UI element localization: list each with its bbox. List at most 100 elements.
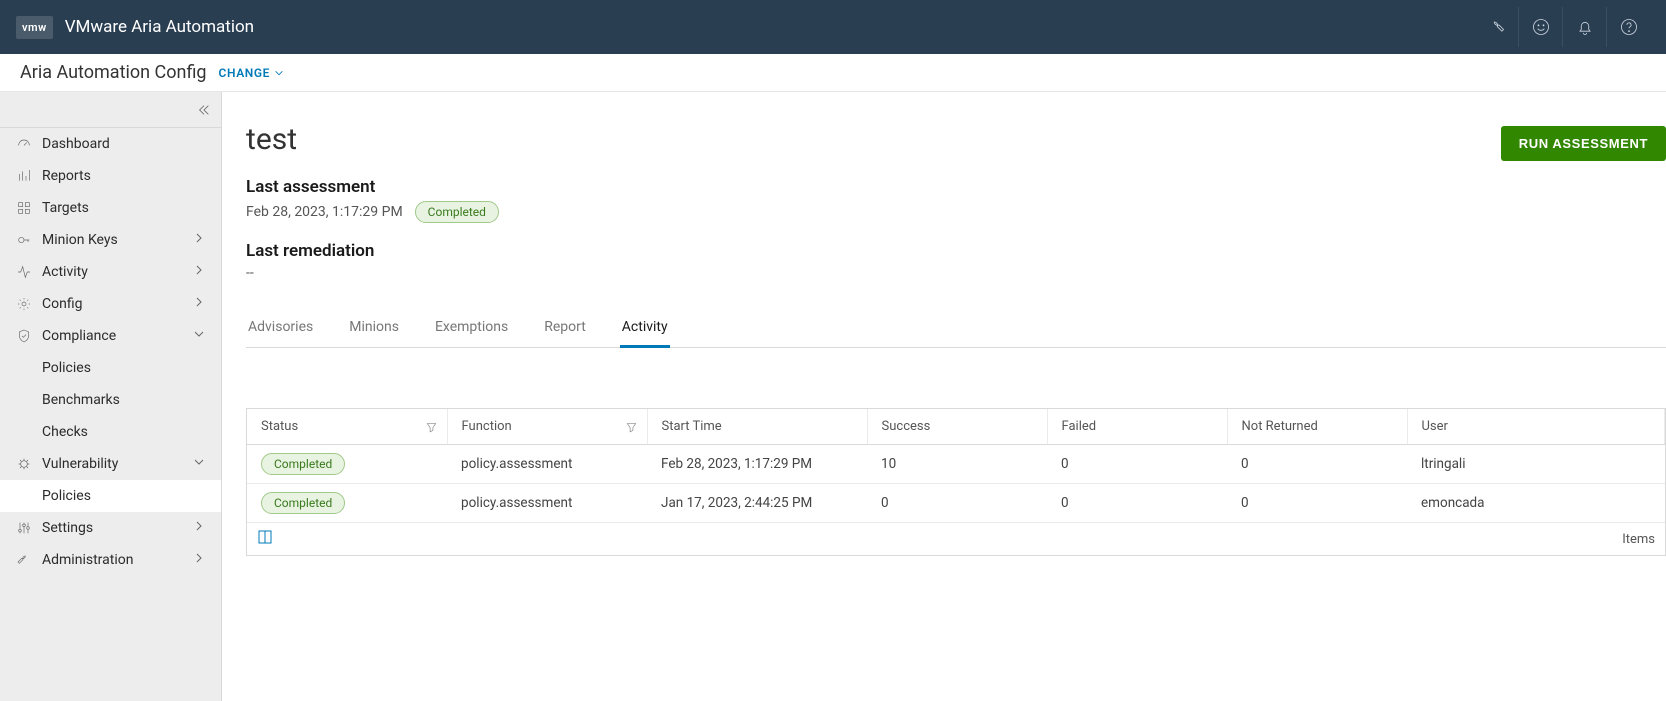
table-footer-items: Items	[1622, 532, 1655, 547]
col-header-label: Function	[462, 419, 512, 434]
shield-check-icon	[16, 328, 32, 344]
column-settings-button[interactable]	[257, 529, 273, 549]
table-footer: Items	[247, 523, 1665, 555]
sidebar-item-config[interactable]: Config	[0, 288, 221, 320]
chevron-right-icon	[193, 552, 205, 564]
sidebar-item-reports[interactable]: Reports	[0, 160, 221, 192]
last-remediation-value: --	[246, 265, 254, 281]
tab-bar: Advisories Minions Exemptions Report Act…	[246, 309, 1666, 348]
table-row[interactable]: Completed policy.assessment Jan 17, 2023…	[247, 484, 1665, 523]
cell-user: emoncada	[1407, 484, 1665, 523]
chevrons-left-icon	[197, 103, 211, 117]
sidebar-item-dashboard[interactable]: Dashboard	[0, 128, 221, 160]
chevron-right-icon	[193, 520, 205, 532]
tab-exemptions[interactable]: Exemptions	[433, 309, 510, 348]
nav-label: Minion Keys	[42, 232, 118, 248]
sidebar-sub-compliance-checks[interactable]: Checks	[0, 416, 221, 448]
cell-success: 10	[867, 445, 1047, 484]
grid-icon	[16, 200, 32, 216]
wrench-icon[interactable]	[1474, 7, 1518, 47]
wrench-icon	[16, 552, 32, 568]
sidebar-sub-vulnerability-policies[interactable]: Policies	[0, 480, 221, 512]
status-badge: Completed	[261, 453, 345, 475]
cell-start-time: Feb 28, 2023, 1:17:29 PM	[647, 445, 867, 484]
nav-label: Compliance	[42, 328, 116, 344]
cell-function: policy.assessment	[447, 484, 647, 523]
nav-label: Settings	[42, 520, 93, 536]
table-row[interactable]: Completed policy.assessment Feb 28, 2023…	[247, 445, 1665, 484]
last-assessment-time: Feb 28, 2023, 1:17:29 PM	[246, 204, 403, 220]
filter-icon[interactable]	[626, 421, 637, 432]
last-remediation-label: Last remediation	[246, 241, 1666, 261]
sidebar-item-targets[interactable]: Targets	[0, 192, 221, 224]
chevron-down-icon	[193, 456, 205, 468]
sliders-icon	[16, 520, 32, 536]
sidebar-item-administration[interactable]: Administration	[0, 544, 221, 576]
nav-label: Targets	[42, 200, 89, 216]
last-assessment-label: Last assessment	[246, 177, 1666, 197]
bug-icon	[16, 456, 32, 472]
col-header-start-time[interactable]: Start Time	[647, 409, 867, 445]
sidebar-collapse-button[interactable]	[0, 92, 221, 128]
activity-table: Status Function Start Time Success Faile…	[246, 408, 1666, 556]
status-badge: Completed	[261, 492, 345, 514]
top-header: vmw VMware Aria Automation	[0, 0, 1666, 54]
change-label: CHANGE	[219, 66, 271, 80]
col-header-success[interactable]: Success	[867, 409, 1047, 445]
cell-start-time: Jan 17, 2023, 2:44:25 PM	[647, 484, 867, 523]
key-icon	[16, 232, 32, 248]
cell-success: 0	[867, 484, 1047, 523]
help-icon[interactable]	[1606, 7, 1650, 47]
nav-label: Administration	[42, 552, 133, 568]
col-header-failed[interactable]: Failed	[1047, 409, 1227, 445]
bell-icon[interactable]	[1562, 7, 1606, 47]
tab-advisories[interactable]: Advisories	[246, 309, 315, 348]
sidebar-item-activity[interactable]: Activity	[0, 256, 221, 288]
status-badge: Completed	[415, 201, 499, 223]
col-header-not-returned[interactable]: Not Returned	[1227, 409, 1407, 445]
change-service-link[interactable]: CHANGE	[219, 66, 285, 80]
page-title: test	[246, 122, 297, 157]
col-header-status[interactable]: Status	[247, 409, 447, 445]
nav-label: Config	[42, 296, 82, 312]
cell-not-returned: 0	[1227, 445, 1407, 484]
filter-icon[interactable]	[426, 421, 437, 432]
vmware-logo: vmw	[16, 16, 53, 39]
chevron-down-icon	[274, 68, 284, 78]
tab-activity[interactable]: Activity	[620, 309, 670, 348]
sub-header: Aria Automation Config CHANGE	[0, 54, 1666, 92]
sidebar: Dashboard Reports Targets Minion Keys Ac…	[0, 92, 222, 701]
tab-minions[interactable]: Minions	[347, 309, 401, 348]
chevron-right-icon	[193, 232, 205, 244]
nav-label: Reports	[42, 168, 91, 184]
product-title: VMware Aria Automation	[65, 17, 254, 37]
nav-label: Dashboard	[42, 136, 110, 152]
cell-user: ltringali	[1407, 445, 1665, 484]
chevron-right-icon	[193, 264, 205, 276]
sidebar-item-compliance[interactable]: Compliance	[0, 320, 221, 352]
cell-failed: 0	[1047, 484, 1227, 523]
sidebar-sub-compliance-policies[interactable]: Policies	[0, 352, 221, 384]
gear-icon	[16, 296, 32, 312]
cell-failed: 0	[1047, 445, 1227, 484]
col-header-label: Status	[261, 419, 298, 434]
chevron-right-icon	[193, 296, 205, 308]
gauge-icon	[16, 136, 32, 152]
smile-icon[interactable]	[1518, 7, 1562, 47]
top-icon-bar	[1474, 7, 1650, 47]
sidebar-sub-compliance-benchmarks[interactable]: Benchmarks	[0, 384, 221, 416]
sidebar-item-vulnerability[interactable]: Vulnerability	[0, 448, 221, 480]
tab-report[interactable]: Report	[542, 309, 588, 348]
nav-label: Activity	[42, 264, 88, 280]
cell-function: policy.assessment	[447, 445, 647, 484]
nav-label: Vulnerability	[42, 456, 118, 472]
chart-icon	[16, 168, 32, 184]
chevron-down-icon	[193, 328, 205, 340]
activity-icon	[16, 264, 32, 280]
col-header-user[interactable]: User	[1407, 409, 1665, 445]
run-assessment-button[interactable]: RUN ASSESSMENT	[1501, 126, 1666, 161]
sidebar-item-minion-keys[interactable]: Minion Keys	[0, 224, 221, 256]
sidebar-item-settings[interactable]: Settings	[0, 512, 221, 544]
col-header-function[interactable]: Function	[447, 409, 647, 445]
main-content: test RUN ASSESSMENT Last assessment Feb …	[222, 92, 1666, 701]
